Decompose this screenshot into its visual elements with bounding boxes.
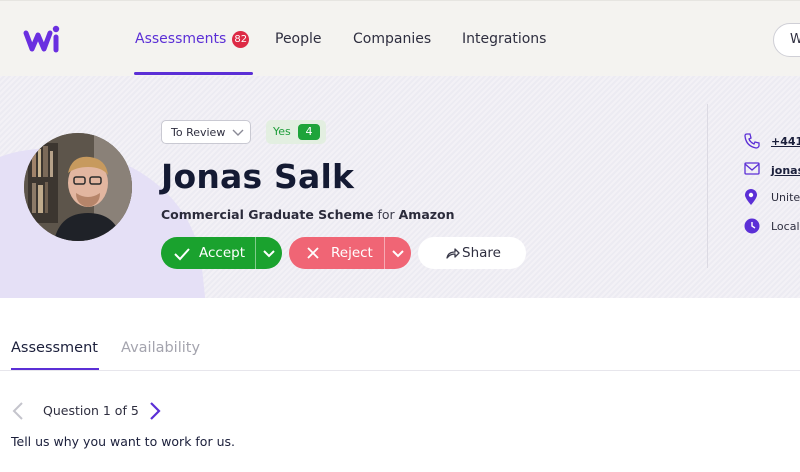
question-navigator: Question 1 of 5	[11, 398, 181, 424]
top-navigation: Assessments 82 People Companies Integrati…	[0, 0, 800, 76]
nav-tab-integrations[interactable]: Integrations	[462, 31, 546, 77]
company-name: Amazon	[398, 207, 455, 222]
tabs-divider	[0, 370, 800, 371]
active-tab-indicator	[134, 72, 254, 75]
for-word: for	[377, 207, 395, 222]
reject-options-button[interactable]	[385, 237, 411, 269]
chevron-right-icon[interactable]	[148, 401, 162, 421]
top-right-button[interactable]: W	[773, 23, 800, 57]
header-divider	[707, 104, 708, 268]
page: Assessments 82 People Companies Integrati…	[0, 0, 800, 472]
top-right-button-label: W	[790, 32, 800, 47]
contact-phone-value: +4412	[771, 135, 800, 148]
share-button[interactable]: Share	[418, 237, 526, 269]
status-select-value: To Review	[171, 126, 226, 139]
nav-tab-assessments-label: Assessments	[135, 31, 227, 47]
reject-button[interactable]: Reject	[289, 237, 384, 269]
reject-button-label: Reject	[331, 245, 373, 261]
nav-tab-companies-label: Companies	[353, 31, 432, 47]
vote-summary-chip[interactable]: Yes 4	[266, 120, 326, 144]
accept-button-group: Accept	[161, 237, 282, 269]
chevron-down-icon	[232, 129, 244, 136]
mail-icon	[744, 162, 760, 175]
candidate-header: To Review Yes 4 Jonas Salk Commercial Gr…	[0, 76, 800, 298]
avatar	[24, 133, 132, 241]
accept-button-label: Accept	[199, 245, 246, 261]
nav-tab-integrations-label: Integrations	[462, 31, 547, 47]
nav-tab-companies[interactable]: Companies	[353, 31, 431, 77]
accept-options-button[interactable]	[256, 237, 282, 269]
tab-availability[interactable]: Availability	[121, 340, 200, 356]
vote-label: Yes	[273, 125, 291, 138]
question-counter: Question 1 of 5	[43, 403, 139, 418]
programme-name: Commercial Graduate Scheme	[161, 207, 374, 222]
contact-location-value: Unite	[771, 191, 800, 204]
chevron-left-icon[interactable]	[11, 401, 25, 421]
accept-button[interactable]: Accept	[161, 237, 255, 269]
phone-icon	[744, 133, 760, 149]
vote-count: 4	[298, 124, 320, 140]
check-icon	[174, 248, 190, 261]
nav-tab-assessments[interactable]: Assessments 82	[134, 31, 254, 77]
x-icon	[307, 247, 319, 259]
share-button-label: Share	[462, 245, 501, 261]
assessments-count-badge: 82	[232, 31, 250, 48]
nav-tab-people-label: People	[275, 31, 322, 47]
chevron-down-icon	[392, 250, 404, 258]
nav-tab-people[interactable]: People	[275, 31, 322, 77]
status-select[interactable]: To Review	[161, 120, 251, 144]
candidate-tabs: Assessment Availability	[0, 298, 800, 372]
clock-icon	[744, 218, 760, 234]
candidate-subtitle: Commercial Graduate Scheme for Amazon	[161, 207, 455, 222]
question-prompt: Tell us why you want to work for us.	[11, 434, 235, 449]
chevron-down-icon	[263, 250, 275, 258]
logo-icon[interactable]	[22, 23, 66, 57]
avatar-photo	[24, 133, 132, 241]
contact-email-value: jonas	[771, 164, 800, 177]
candidate-name: Jonas Salk	[161, 157, 355, 196]
share-icon	[446, 248, 460, 259]
tab-assessment[interactable]: Assessment	[11, 340, 98, 356]
reject-button-group: Reject	[289, 237, 411, 269]
contact-timezone-value: Local	[771, 220, 800, 233]
location-pin-icon	[745, 189, 757, 205]
